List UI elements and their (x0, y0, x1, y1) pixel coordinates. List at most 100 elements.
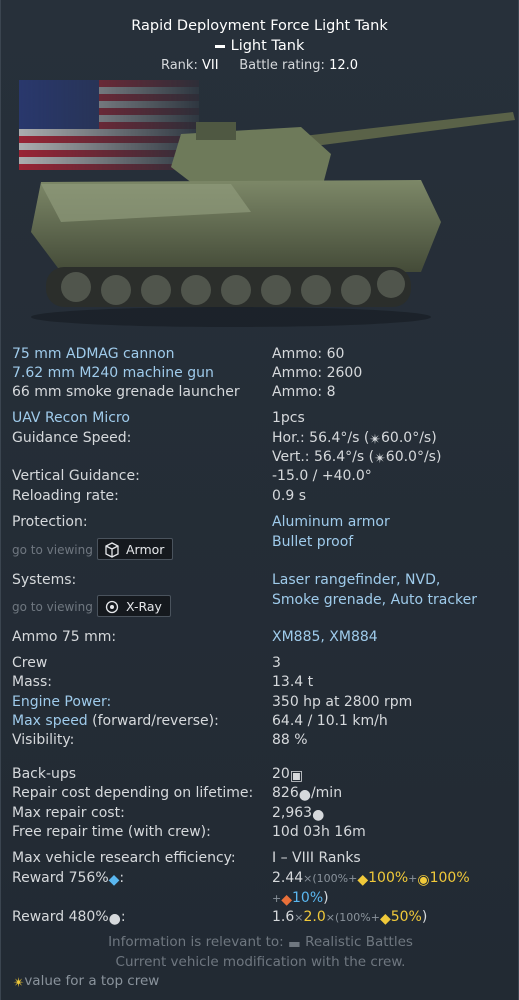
reward-label: Reward (12, 870, 65, 886)
reloading-label: Reloading rate: (12, 488, 119, 504)
battle-rating-value: 12.0 (329, 58, 359, 73)
stat-row: Engine Power: 350 hp at 2800 rpm (12, 692, 510, 712)
stat-value: 350 hp at 2800 rpm (272, 694, 413, 710)
vehicle-tooltip-card: Rapid Deployment Force Light Tank Light … (0, 0, 519, 1000)
stat-label: Visibility: (12, 732, 75, 748)
systems-value-link[interactable]: Laser rangefinder, NVD, (272, 570, 440, 590)
weapon-row: 7.62 mm M240 machine gun Ammo: 2600 (12, 363, 510, 383)
backups-label: Back-ups (12, 766, 77, 782)
vehicle-title: Rapid Deployment Force Light Tank (131, 18, 388, 34)
armor-button-label: Armor (126, 542, 165, 557)
reloading-value: 0.9 s (272, 488, 307, 504)
weapon-row: 66 mm smoke grenade launcher Ammo: 8 (12, 382, 510, 402)
guidance-speed-row: Guidance Speed: Hor.: 56.4°/s (✴60.0°/s) (12, 428, 510, 448)
battle-rating-label: Battle rating: (239, 58, 325, 73)
ammo75-label: Ammo 75 mm: (12, 629, 117, 645)
ammo-value: 8 (326, 384, 336, 400)
vehicle-image (19, 80, 515, 327)
ammo-label: Ammo: (272, 365, 323, 381)
repair-cost-unit: /min (310, 785, 343, 801)
stat-row: Crew 3 (12, 653, 510, 673)
max-repair-label: Max repair cost: (12, 805, 125, 821)
xray-icon (105, 600, 119, 614)
ammo-label: Ammo: (272, 346, 323, 362)
free-repair-label: Free repair time (with crew): (12, 824, 211, 840)
protection-row: Protection: Aluminum armor (12, 512, 510, 532)
reward-percent: 756% (68, 870, 109, 886)
xray-button-label: X-Ray (126, 599, 162, 614)
ammo-value: 60 (326, 346, 345, 362)
backups-value: 20 (272, 766, 290, 782)
rank-label: Rank: (160, 58, 198, 73)
protection-label: Protection: (12, 514, 88, 530)
weapon-name-link[interactable]: 75 mm ADMAG cannon (12, 344, 175, 364)
free-repair-value: 10d 03h 16m (272, 824, 366, 840)
xray-view-row: go to viewing X-Ray (12, 595, 212, 619)
research-label: Max vehicle research efficiency: (12, 850, 236, 866)
ammo-value: 2600 (326, 365, 363, 381)
stat-row: Max speed (forward/reverse): 64.4 / 10.1… (12, 711, 510, 731)
relevance-label: Information is relevant to: (108, 934, 284, 950)
reward-percent: 480% (68, 909, 109, 925)
modification-note: Current vehicle modification with the cr… (115, 954, 406, 970)
stat-row: Visibility: 88 % (12, 730, 510, 750)
guidance-vert-row: Vert.: 56.4°/s (✴60.0°/s) (12, 447, 510, 467)
weapon-row: 75 mm ADMAG cannon Ammo: 60 (12, 344, 510, 364)
protection-value-link[interactable]: Aluminum armor (272, 512, 390, 532)
research-row: Max vehicle research efficiency: I – VII… (12, 848, 510, 868)
max-speed-link[interactable]: Max speed (12, 713, 88, 729)
talisman-icon: ◉ (417, 872, 430, 888)
systems-row: Systems: Laser rangefinder, NVD, (12, 570, 510, 590)
light-tank-class-icon (214, 44, 225, 48)
uav-name-link[interactable]: UAV Recon Micro (12, 408, 130, 428)
uav-row: UAV Recon Micro 1pcs (12, 408, 510, 428)
goto-viewing-label: go to viewing (12, 543, 93, 557)
systems-value-link[interactable]: Smoke grenade, Auto tracker (272, 590, 477, 610)
stat-value: 13.4 t (272, 674, 314, 690)
research-value: I – VIII Ranks (272, 850, 361, 866)
repair-cost-label: Repair cost depending on lifetime: (12, 785, 254, 801)
vertical-guidance-row: Vertical Guidance: -15.0 / +40.0° (12, 466, 510, 486)
uav-count: 1pcs (272, 410, 305, 426)
vertical-guidance-label: Vertical Guidance: (12, 468, 140, 484)
us-flag-icon (19, 80, 199, 170)
max-repair-value: 2,963 (272, 805, 313, 821)
game-mode-label: Realistic Battles (305, 934, 413, 950)
vertical-guidance-value: -15.0 / +40.0° (272, 468, 372, 484)
legend-note: ✴value for a top crew (13, 973, 159, 991)
research-points-icon: ◆ (108, 872, 120, 888)
reward-rp-row-2: +◆10%) (272, 890, 329, 908)
ammo-label: Ammo: (272, 384, 323, 400)
protection-value-link[interactable]: Bullet proof (272, 532, 353, 552)
relevance-note: Information is relevant to: ▬ Realistic … (1, 934, 519, 952)
engine-power-link[interactable]: Engine Power: (12, 692, 111, 712)
armor-view-button[interactable]: Armor (97, 538, 174, 560)
systems-label: Systems: (12, 572, 77, 588)
legend-text: value for a top crew (24, 973, 160, 989)
premium-bonus-icon: ◆ (357, 872, 369, 888)
reward-sl-row: Reward 480%●: 1.6×2.0×(100%+◆50%) (12, 909, 428, 927)
repair-cost-value: 826 (272, 785, 299, 801)
stat-row: Mass: 13.4 t (12, 672, 510, 692)
guidance-speed-label: Guidance Speed: (12, 430, 132, 446)
stat-value: 64.4 / 10.1 km/h (272, 713, 388, 729)
xray-view-button[interactable]: X-Ray (97, 595, 171, 617)
silver-lions-icon: ● (298, 787, 311, 803)
reward-rp-row: Reward 756%◆: 2.44×(100%+◆100%+◉100% (12, 870, 470, 888)
ammo75-value-link[interactable]: XM885, XM884 (272, 627, 378, 647)
ammo75-row: Ammo 75 mm: XM885, XM884 (12, 627, 510, 647)
top-crew-star-icon: ✴ (13, 975, 25, 991)
weapon-name-link[interactable]: 7.62 mm M240 machine gun (12, 363, 214, 383)
weapon-name: 66 mm smoke grenade launcher (12, 384, 240, 400)
tooltip-header: Rapid Deployment Force Light Tank Light … (1, 0, 518, 75)
stat-label: Crew (12, 655, 48, 671)
stat-label: Mass: (12, 674, 52, 690)
stat-label-suffix: (forward/reverse): (87, 713, 219, 729)
armor-view-row: go to viewing Armor (12, 538, 212, 562)
silver-lions-icon: ● (108, 911, 121, 927)
goto-viewing-label: go to viewing (12, 600, 93, 614)
vehicle-type: Light Tank (1, 36, 518, 56)
reward-label: Reward (12, 909, 65, 925)
repair-cost-row: Repair cost depending on lifetime: 826●/… (12, 783, 510, 803)
max-repair-row: Max repair cost: 2,963● (12, 803, 510, 823)
